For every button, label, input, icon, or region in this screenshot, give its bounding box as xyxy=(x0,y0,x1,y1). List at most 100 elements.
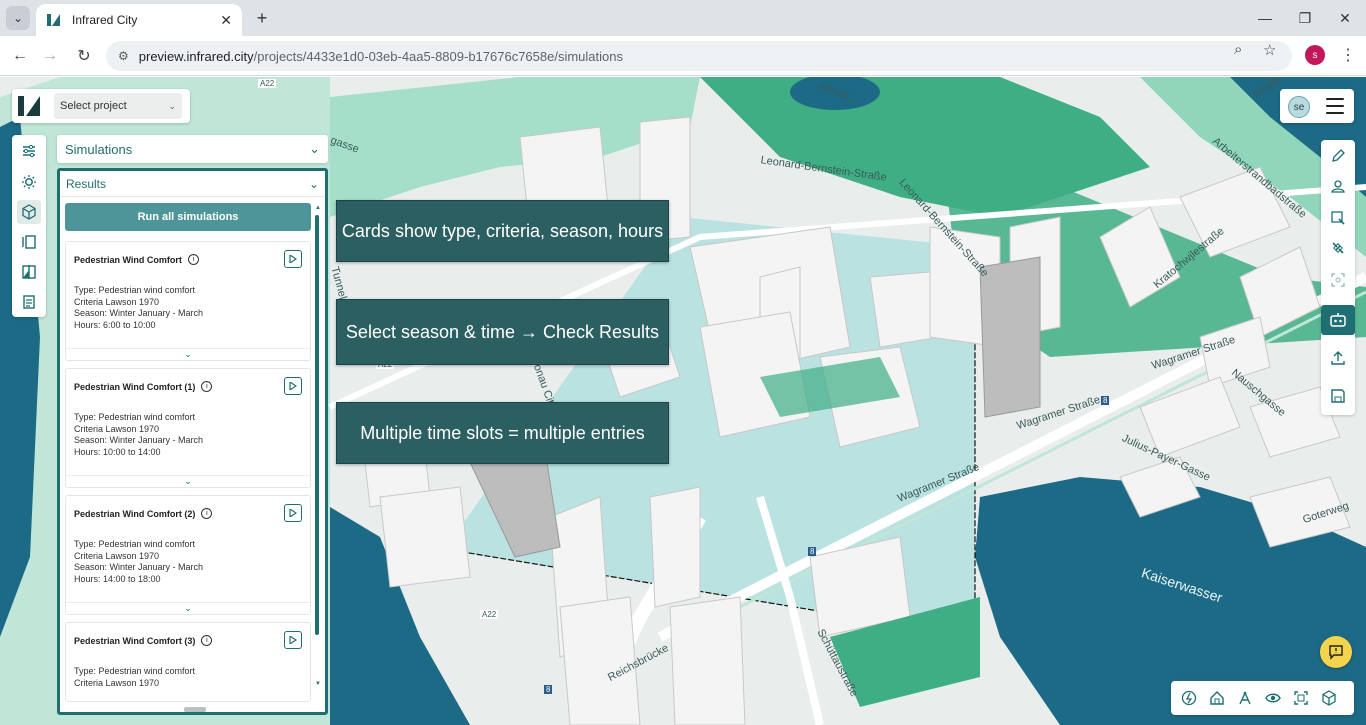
annotation-box: Cards show type, criteria, season, hours xyxy=(336,200,669,262)
card-title: Pedestrian Wind Comfort (3) xyxy=(74,635,196,646)
simulation-bot-icon[interactable] xyxy=(1321,305,1355,335)
bottom-view-toolbar xyxy=(1171,681,1354,715)
measure-icon[interactable] xyxy=(1233,686,1257,710)
tab-close-icon[interactable]: ✕ xyxy=(220,12,232,29)
simulation-card[interactable]: Pedestrian Wind Comfort (3) i Type: Pedes… xyxy=(65,622,311,702)
cube-icon[interactable] xyxy=(17,200,41,224)
chat-icon[interactable] xyxy=(1320,636,1352,668)
save-icon[interactable] xyxy=(1326,384,1350,408)
horizontal-scroll-thumb[interactable] xyxy=(184,707,206,712)
simulations-label: Simulations xyxy=(65,141,133,157)
card-criteria: Criteria Lawson 1970 xyxy=(74,550,160,561)
profile-avatar[interactable]: s xyxy=(1305,45,1325,65)
scroll-up-icon[interactable]: ▲ xyxy=(315,205,321,211)
scroll-thumb[interactable] xyxy=(315,215,319,635)
bookmark-star-icon[interactable]: ☆ xyxy=(1263,41,1276,59)
card-criteria: Criteria Lawson 1970 xyxy=(74,677,160,688)
satellite-icon[interactable] xyxy=(1326,236,1350,260)
user-avatar[interactable]: se xyxy=(1288,96,1310,118)
play-icon[interactable] xyxy=(284,377,302,395)
select-area-icon[interactable] xyxy=(1326,206,1350,230)
map-label-8-3: 8 xyxy=(544,685,553,694)
focus-frame-icon[interactable] xyxy=(1289,686,1313,710)
info-icon[interactable]: i xyxy=(201,508,213,519)
hamburger-menu-icon[interactable] xyxy=(1326,98,1344,114)
user-menu-card: se xyxy=(1280,89,1354,123)
project-select[interactable]: Select project ⌄ xyxy=(54,93,182,119)
card-criteria: Criteria Lawson 1970 xyxy=(74,296,160,307)
results-scrollbar[interactable]: ▲ ▼ xyxy=(315,205,321,689)
card-type: Type: Pedestrian wind comfort xyxy=(74,666,196,676)
card-season: Season: Winter January - March xyxy=(74,562,204,572)
info-icon[interactable]: i xyxy=(201,635,213,646)
chevron-down-icon: ⌄ xyxy=(168,100,176,111)
play-icon[interactable] xyxy=(284,631,302,649)
layers-panel-icon[interactable] xyxy=(17,230,41,254)
sun-icon[interactable] xyxy=(17,170,41,194)
infrared-logo-icon[interactable] xyxy=(18,96,40,116)
scroll-down-icon[interactable]: ▼ xyxy=(315,681,321,687)
chevron-down-icon: ⌄ xyxy=(309,141,320,156)
zoom-icon[interactable]: ⌕ xyxy=(1234,41,1242,58)
3d-cube-icon[interactable] xyxy=(1317,686,1341,710)
info-icon[interactable]: i xyxy=(201,381,213,392)
simulations-dropdown[interactable]: Simulations ⌄ xyxy=(57,135,328,163)
browser-menu-icon[interactable]: ⋮ xyxy=(1340,45,1356,65)
expand-chevron-icon[interactable]: ⌄ xyxy=(66,348,310,360)
map-label-8-2: 8 xyxy=(808,547,817,556)
address-bar-row: ← → ↻ ⚙ preview.infrared.city/projects/4… xyxy=(0,36,1366,76)
play-icon[interactable] xyxy=(284,504,302,522)
info-icon[interactable]: i xyxy=(187,254,199,265)
card-hours: Hours: 6:00 to 10:00 xyxy=(74,319,156,330)
map-pin-user-icon[interactable] xyxy=(1326,174,1350,198)
logo-project-card: Select project ⌄ xyxy=(12,89,190,123)
upload-icon[interactable] xyxy=(1326,346,1350,370)
forward-icon[interactable]: → xyxy=(38,44,62,68)
card-title: Pedestrian Wind Comfort (2) xyxy=(74,508,196,519)
chevron-down-icon: ⌄ xyxy=(308,176,319,191)
restore-icon[interactable]: ❐ xyxy=(1290,6,1320,30)
map-label-8-1: 8 xyxy=(1101,396,1110,405)
expand-chevron-icon[interactable]: ⌄ xyxy=(66,602,310,614)
compass-icon[interactable] xyxy=(1177,686,1201,710)
card-criteria: Criteria Lawson 1970 xyxy=(74,423,160,434)
home-icon[interactable] xyxy=(1205,686,1229,710)
card-type: Type: Pedestrian wind comfort xyxy=(74,539,196,549)
right-tool-rail xyxy=(1321,140,1355,415)
simulation-card[interactable]: Pedestrian Wind Comfort (1) i Type: Pedes… xyxy=(65,368,311,488)
left-tool-rail xyxy=(12,135,46,317)
compare-icon[interactable] xyxy=(17,260,41,284)
run-all-simulations-button[interactable]: Run all simulations xyxy=(65,203,311,231)
expand-chevron-icon[interactable]: ⌄ xyxy=(66,475,310,487)
minimize-icon[interactable]: — xyxy=(1250,6,1280,30)
browser-tab[interactable]: Infrared City ✕ xyxy=(36,4,242,36)
browser-tab-bar: ⌄ Infrared City ✕ + — ❐ ✕ xyxy=(0,0,1366,36)
results-header[interactable]: Results ⌄ xyxy=(60,171,325,197)
card-season: Season: Winter January - March xyxy=(74,308,204,318)
reload-icon[interactable]: ↻ xyxy=(72,44,96,68)
map-label-a22-3: A22 xyxy=(480,610,499,619)
scan-icon[interactable] xyxy=(1326,268,1350,292)
play-icon[interactable] xyxy=(284,250,302,268)
report-icon[interactable] xyxy=(17,290,41,314)
pencil-icon[interactable] xyxy=(1326,144,1350,168)
site-info-icon[interactable]: ⚙ xyxy=(118,49,129,63)
card-hours: Hours: 10:00 to 14:00 xyxy=(74,446,161,457)
new-tab-icon[interactable]: + xyxy=(250,6,274,30)
url-path: /projects/4433e1d0-03eb-4aa5-8809-b17676… xyxy=(253,48,623,64)
simulation-card[interactable]: Pedestrian Wind Comfort i Type: Pedestria… xyxy=(65,241,311,361)
simulation-card[interactable]: Pedestrian Wind Comfort (2) i Type: Pedes… xyxy=(65,495,311,615)
results-panel: Results ⌄ Run all simulations Pedestrian… xyxy=(57,168,328,715)
url-host: preview.infrared.city xyxy=(138,48,254,64)
sliders-icon[interactable] xyxy=(17,139,41,163)
card-type: Type: Pedestrian wind comfort xyxy=(74,285,196,295)
tab-title: Infrared City xyxy=(72,13,138,27)
window-close-icon[interactable]: ✕ xyxy=(1330,6,1360,30)
map-label-a22-1: A22 xyxy=(258,79,277,88)
eye-icon[interactable] xyxy=(1261,686,1285,710)
tab-search-icon[interactable]: ⌄ xyxy=(6,6,30,30)
card-hours: Hours: 14:00 to 18:00 xyxy=(74,573,161,584)
url-field[interactable]: ⚙ preview.infrared.city/projects/4433e1d… xyxy=(106,41,1292,71)
back-icon[interactable]: ← xyxy=(8,44,32,68)
annotation-box: Multiple time slots = multiple entries xyxy=(336,402,669,464)
